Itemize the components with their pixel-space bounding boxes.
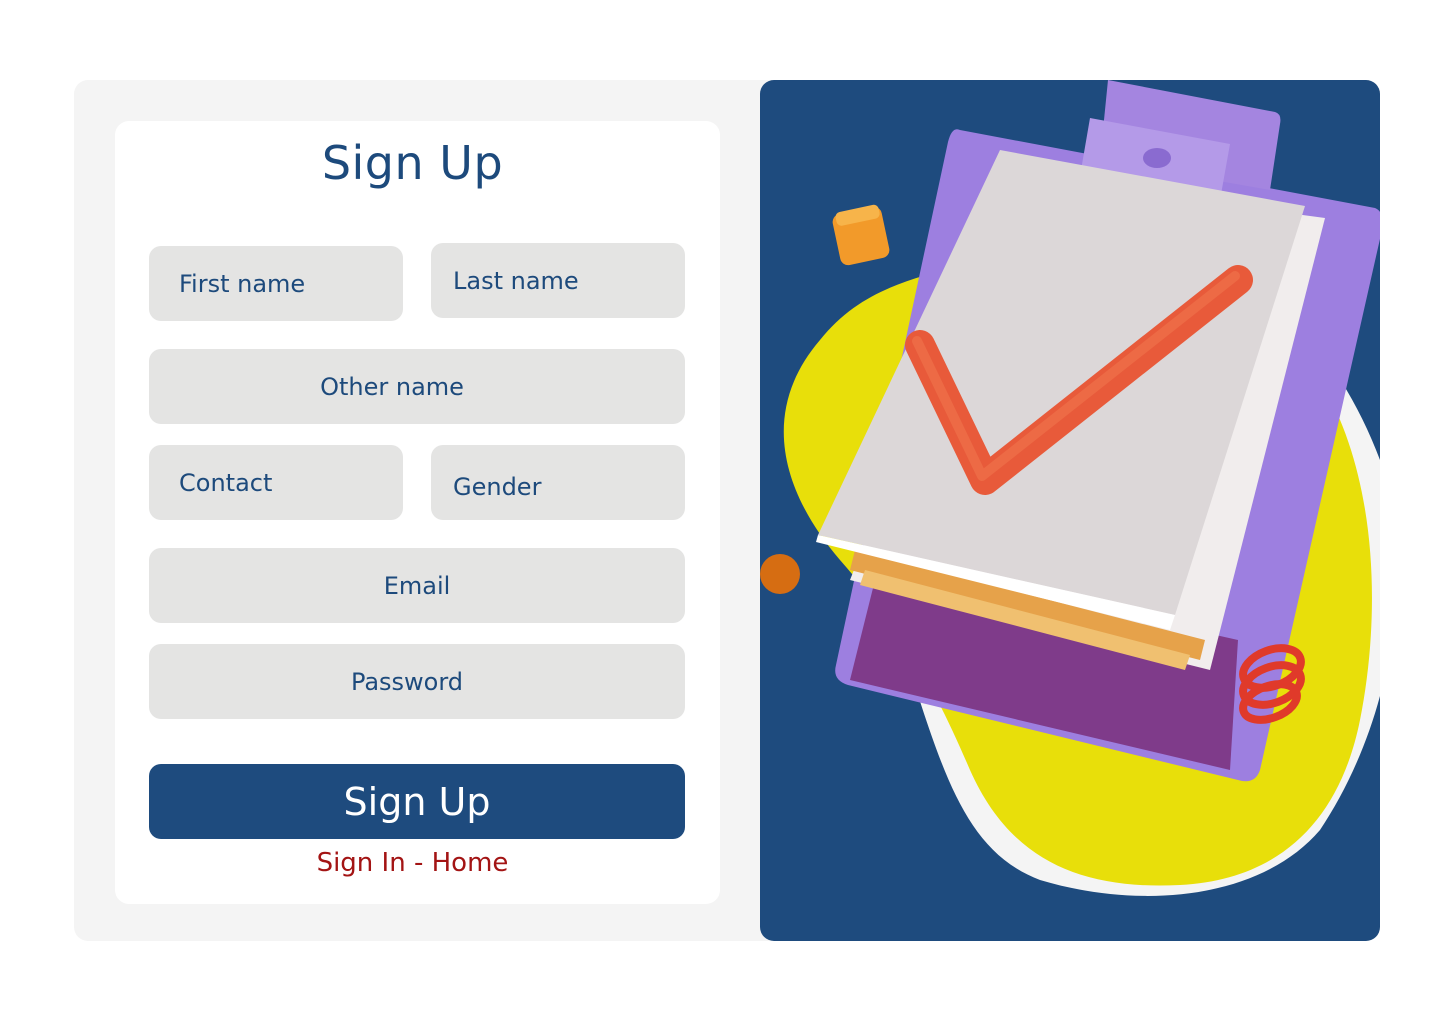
page-title: Sign Up	[321, 136, 504, 190]
last-name-placeholder: Last name	[453, 266, 579, 295]
password-placeholder: Password	[350, 667, 464, 696]
orange-cube-icon	[832, 204, 890, 266]
password-input[interactable]: Password	[149, 644, 685, 719]
illustration-panel	[760, 80, 1380, 941]
other-name-placeholder: Other name	[320, 372, 464, 401]
gender-placeholder: Gender	[453, 472, 542, 501]
email-input[interactable]: Email	[149, 548, 685, 623]
auth-links: Sign In - Home	[115, 848, 710, 878]
links-separator: -	[413, 848, 424, 878]
contact-input[interactable]: Contact	[149, 445, 403, 520]
first-name-placeholder: First name	[179, 269, 306, 298]
sign-in-link[interactable]: Sign In	[317, 848, 406, 878]
first-name-input[interactable]: First name	[149, 246, 403, 321]
sign-up-button[interactable]: Sign Up	[149, 764, 685, 839]
other-name-input[interactable]: Other name	[149, 349, 685, 424]
orange-dot-icon	[760, 554, 800, 594]
home-link[interactable]: Home	[432, 848, 509, 878]
gender-select[interactable]: Gender	[431, 445, 685, 520]
last-name-input[interactable]: Last name	[431, 243, 685, 318]
clipboard-checkmark-illustration	[760, 80, 1380, 896]
contact-placeholder: Contact	[179, 468, 273, 497]
email-placeholder: Email	[383, 571, 451, 600]
